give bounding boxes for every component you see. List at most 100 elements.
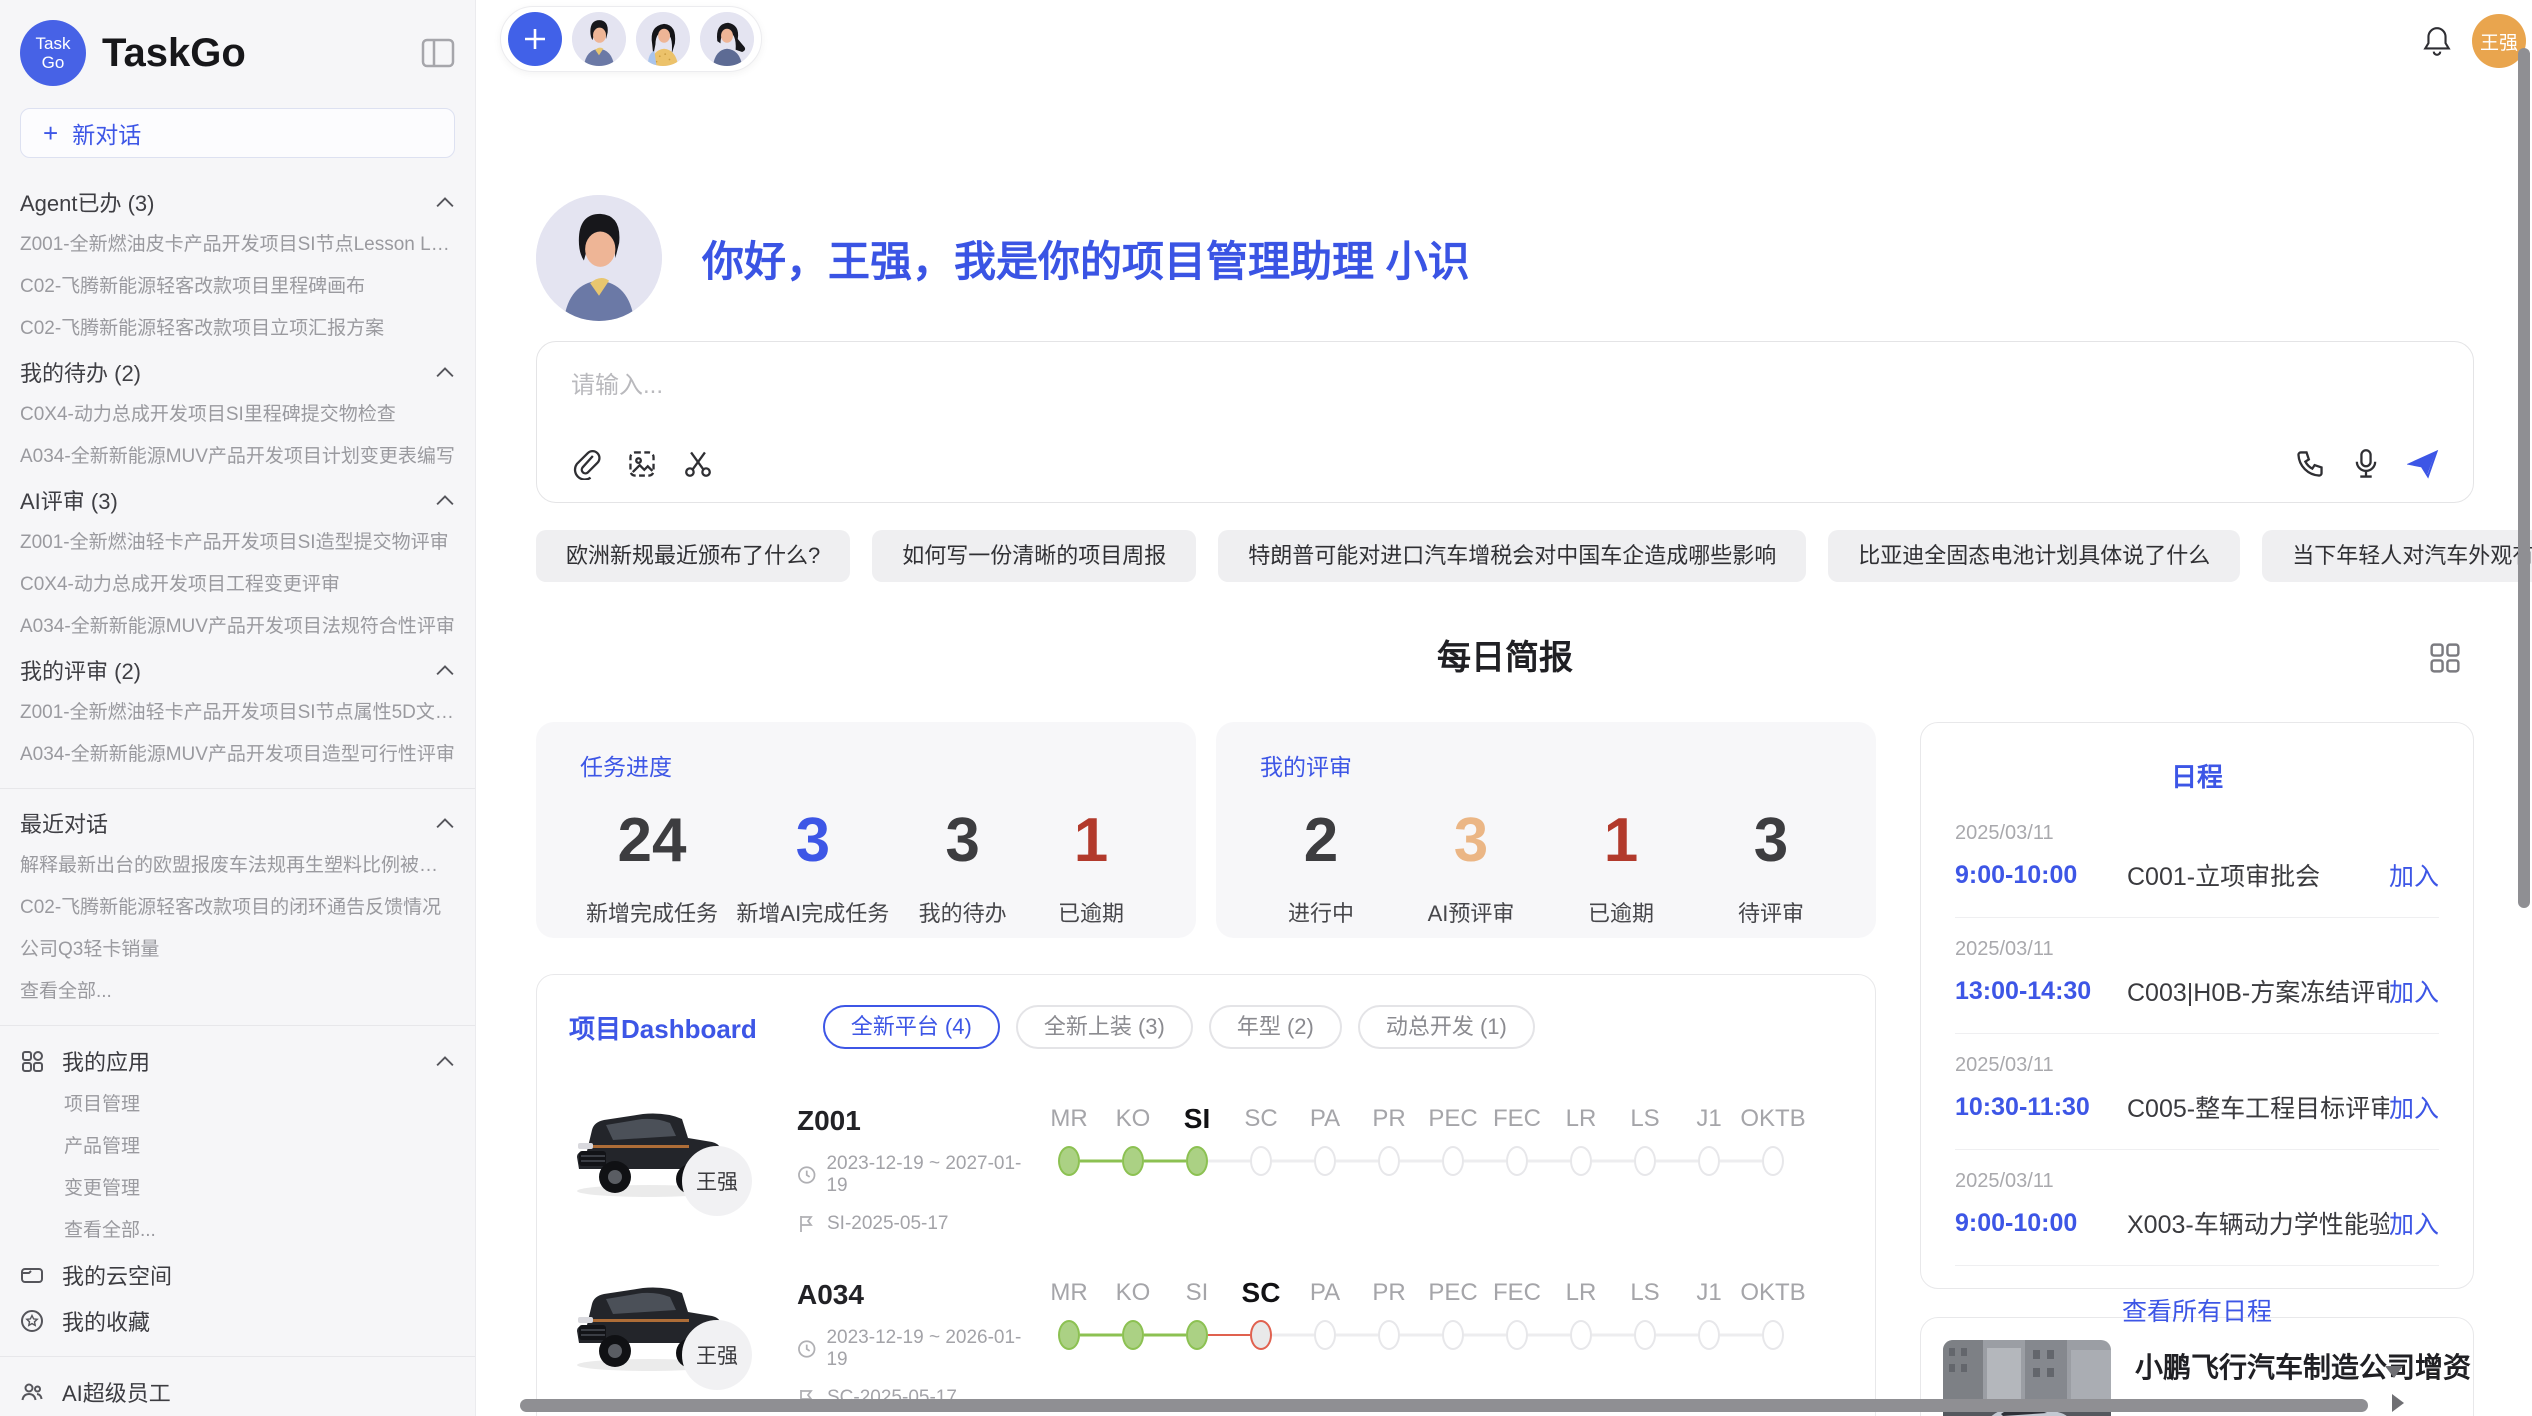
sidebar-item-view-all[interactable]: 查看全部...: [20, 971, 455, 1013]
suggestion-chip[interactable]: 如何写一份清晰的项目周报: [872, 530, 1196, 582]
suggestion-chip[interactable]: 欧洲新规最近颁布了什么?: [536, 530, 850, 582]
sidebar-collapse-icon[interactable]: [421, 38, 455, 68]
sidebar-item[interactable]: Z001-全新燃油轻卡产品开发项目SI节点属性5D文件评审: [20, 692, 455, 734]
sidebar-item[interactable]: C02-飞腾新能源轻客改款项目立项汇报方案: [20, 308, 455, 350]
milestone-label: FEC: [1493, 1099, 1541, 1143]
project-row-z001[interactable]: 王强 Z001 2023-12-19 ~ 2027-01-19 SI-2025-…: [569, 1093, 1843, 1223]
vertical-scrollbar-thumb[interactable]: [2518, 48, 2530, 908]
event-name: X003-车辆动力学性能验...: [2127, 1205, 2389, 1241]
sidebar-section-header-agent-done[interactable]: Agent已办 (3): [20, 180, 455, 224]
scroll-right-arrow[interactable]: [2392, 1394, 2404, 1412]
schedule-event: 2025/03/11 10:30-11:30 C005-整车工程目标评审 加入: [1955, 1054, 2439, 1125]
sidebar-lists: Agent已办 (3) Z001-全新燃油皮卡产品开发项目SI节点Lesson …: [20, 180, 455, 1416]
event-time: 9:00-10:00: [1955, 1209, 2127, 1238]
schedule-title: 日程: [1955, 757, 2439, 794]
microphone-icon[interactable]: [2351, 448, 2381, 480]
milestone-label: OKTB: [1740, 1099, 1805, 1143]
new-chat-button[interactable]: + 新对话: [20, 108, 455, 158]
cloud-space-label: 我的云空间: [62, 1259, 455, 1291]
sidebar-item[interactable]: Z001-全新燃油皮卡产品开发项目SI节点Lesson Learn报告: [20, 224, 455, 266]
stat-review-overdue: 1 已逾期: [1566, 808, 1676, 928]
join-link[interactable]: 加入: [2389, 1205, 2439, 1241]
logo-text-bottom: Go: [42, 53, 65, 72]
sidebar-item-product-mgmt[interactable]: 产品管理: [20, 1126, 455, 1168]
sidebar-item[interactable]: 解释最新出台的欧盟报废车法规再生塑料比例被调至15%...: [20, 845, 455, 887]
scissors-icon[interactable]: [683, 449, 713, 479]
sidebar-item-favorites[interactable]: 我的收藏: [20, 1298, 455, 1344]
favorites-label: 我的收藏: [62, 1305, 455, 1337]
sidebar-item-apps-view-all[interactable]: 查看全部...: [20, 1210, 455, 1252]
milestone-node: [1506, 1146, 1528, 1176]
stat-label: 已逾期: [1566, 896, 1676, 928]
divider: [1955, 1033, 2439, 1034]
tab-new-platform[interactable]: 全新平台 (4): [823, 1005, 1000, 1049]
chevron-up-icon: [435, 493, 455, 507]
sidebar-item-project-mgmt[interactable]: 项目管理: [20, 1084, 455, 1126]
clock-icon: [797, 1339, 816, 1359]
divider: [1955, 1265, 2439, 1266]
flag-icon: [797, 1214, 817, 1234]
sidebar-item[interactable]: C0X4-动力总成开发项目SI里程碑提交物检查: [20, 394, 455, 436]
suggestion-chip[interactable]: 比亚迪全固态电池计划具体说了什么: [1828, 530, 2240, 582]
milestone-node: [1570, 1320, 1592, 1350]
sidebar-item[interactable]: C02-飞腾新能源轻客改款项目的闭环通告反馈情况: [20, 887, 455, 929]
send-icon[interactable]: [2407, 448, 2439, 480]
favorites-star-icon: [20, 1309, 44, 1333]
sidebar-item[interactable]: C02-飞腾新能源轻客改款项目里程碑画布: [20, 266, 455, 308]
divider: [0, 788, 475, 789]
sidebar-item-ai-employee[interactable]: AI超级员工: [20, 1369, 455, 1415]
task-progress-title: 任务进度: [580, 748, 1152, 782]
sidebar-item[interactable]: A034-全新新能源MUV产品开发项目造型可行性评审: [20, 734, 455, 776]
sidebar-section-header-my-todo[interactable]: 我的待办 (2): [20, 350, 455, 394]
sidebar-section-header-my-review[interactable]: 我的评审 (2): [20, 648, 455, 692]
sidebar-section-header-ai-review[interactable]: AI评审 (3): [20, 478, 455, 522]
milestone-label: PR: [1372, 1273, 1405, 1317]
milestone-node: [1634, 1320, 1656, 1350]
milestone-label: J1: [1696, 1273, 1721, 1317]
attachment-icon[interactable]: [571, 448, 601, 480]
milestone-node: [1186, 1146, 1208, 1176]
sidebar-item[interactable]: Z001-全新燃油轻卡产品开发项目SI造型提交物评审: [20, 522, 455, 564]
sidebar-section-header-recent[interactable]: 最近对话: [20, 801, 455, 845]
milestone-timeline: MR KO SI SC PA PR PEC FEC LR LS J1 OKTB: [1037, 1099, 1843, 1223]
sidebar-item-change-mgmt[interactable]: 变更管理: [20, 1168, 455, 1210]
image-icon[interactable]: [627, 449, 657, 479]
logo-text-top: Task: [36, 34, 71, 53]
schedule-event: 2025/03/11 9:00-10:00 C001-立项审批会 加入: [1955, 822, 2439, 893]
suggestion-chips: 欧洲新规最近颁布了什么? 如何写一份清晰的项目周报 特朗普可能对进口汽车增税会对…: [536, 530, 2474, 582]
sidebar-item-cloud-space[interactable]: 我的云空间: [20, 1252, 455, 1298]
stat-value: 1: [1566, 808, 1676, 874]
join-link[interactable]: 加入: [2389, 973, 2439, 1009]
join-link[interactable]: 加入: [2389, 857, 2439, 893]
section-title: AI评审 (3): [20, 484, 435, 516]
milestone-label: KO: [1116, 1099, 1151, 1143]
project-code: Z001: [797, 1105, 1037, 1137]
divider: [0, 1025, 475, 1026]
stat-overdue: 1 已逾期: [1036, 808, 1146, 928]
project-row-a034[interactable]: 王强 A034 2023-12-19 ~ 2026-01-19 SC-2025-…: [569, 1267, 1843, 1397]
tab-model-year[interactable]: 年型 (2): [1209, 1005, 1342, 1049]
horizontal-scrollbar-thumb[interactable]: [520, 1399, 2368, 1412]
sidebar-item[interactable]: 公司Q3轻卡销量: [20, 929, 455, 971]
milestone-label: FEC: [1493, 1273, 1541, 1317]
sidebar: Task Go TaskGo + 新对话 Agent已办 (3) Z001-全新…: [0, 0, 476, 1416]
tab-powertrain[interactable]: 动总开发 (1): [1358, 1005, 1535, 1049]
sidebar-item-my-apps[interactable]: 我的应用: [20, 1038, 455, 1084]
milestone-label: PEC: [1428, 1273, 1477, 1317]
main-content: 你好，王强，我是你的项目管理助理 小识: [536, 0, 2474, 1416]
chat-input[interactable]: [571, 372, 2439, 400]
milestone-label: OKTB: [1740, 1273, 1805, 1317]
sidebar-item[interactable]: A034-全新新能源MUV产品开发项目计划变更表编写: [20, 436, 455, 478]
sidebar-item[interactable]: A034-全新新能源MUV产品开发项目法规符合性评审: [20, 606, 455, 648]
scroll-down-arrow[interactable]: [2385, 1366, 2403, 1378]
my-review-card: 我的评审 2 进行中 3 AI预评审 1: [1216, 722, 1876, 938]
suggestion-chip[interactable]: 特朗普可能对进口汽车增税会对中国车企造成哪些影响: [1218, 530, 1806, 582]
layout-grid-icon[interactable]: [2428, 641, 2462, 675]
join-link[interactable]: 加入: [2389, 1089, 2439, 1125]
tab-new-body[interactable]: 全新上装 (3): [1016, 1005, 1193, 1049]
sidebar-item[interactable]: C0X4-动力总成开发项目工程变更评审: [20, 564, 455, 606]
composer-right-tools: [2295, 448, 2439, 480]
suggestion-chip[interactable]: 当下年轻人对汽车外观有怎样的喜好趋势: [2262, 530, 2532, 582]
phone-icon[interactable]: [2295, 449, 2325, 479]
milestone-node: [1186, 1320, 1208, 1350]
